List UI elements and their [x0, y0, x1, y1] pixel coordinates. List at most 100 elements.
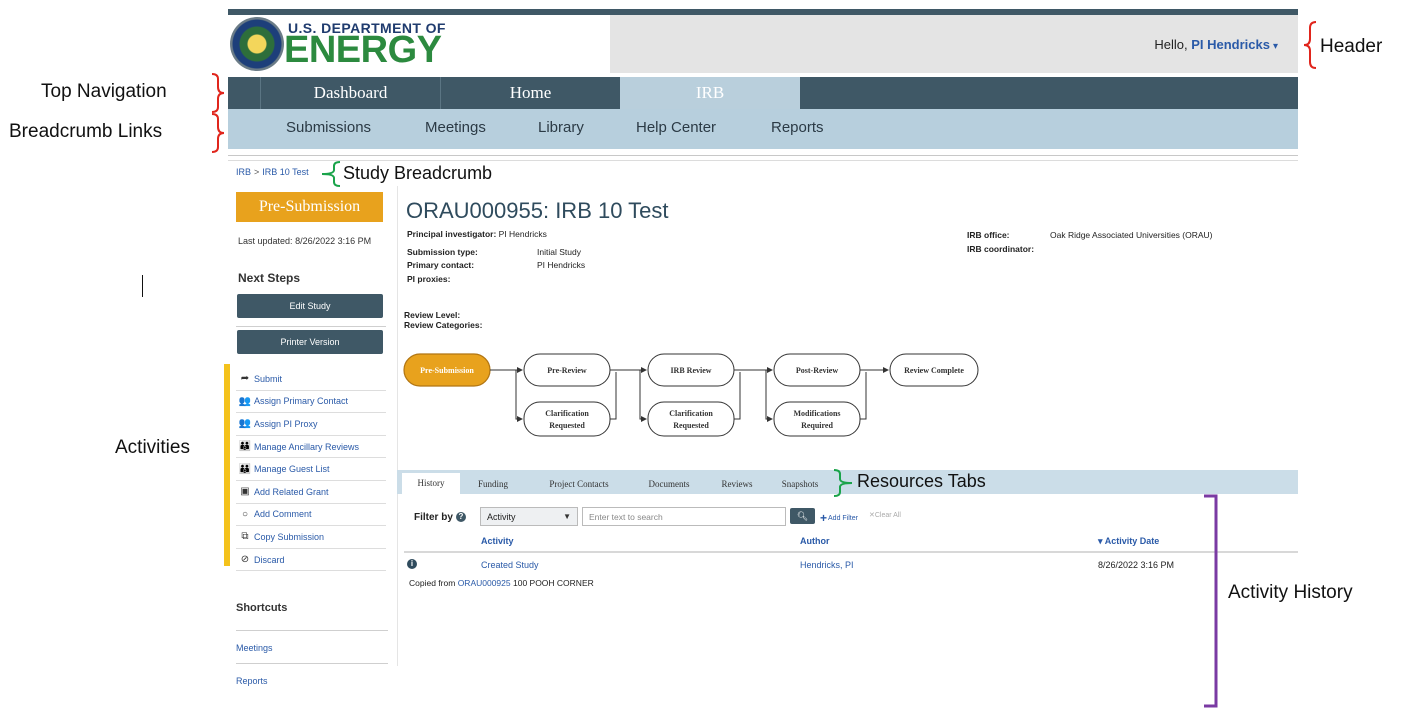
resources-tabs-bracket [833, 469, 853, 497]
search-input[interactable]: Enter text to search [582, 507, 786, 526]
detail-key: IRB coordinator: [967, 244, 1035, 254]
subnav-submissions[interactable]: Submissions [286, 119, 371, 136]
column-header-activity[interactable]: Activity [481, 536, 514, 546]
divider [404, 551, 1298, 553]
activity-discard[interactable]: ⊘ Discard [236, 549, 386, 572]
help-icon[interactable]: ? [455, 512, 466, 522]
activity-label: Copy Submission [254, 531, 325, 542]
tab-project-contacts[interactable]: Project Contacts [529, 474, 629, 494]
review-categories-label: Review Categories: [404, 320, 483, 330]
state-label: Modifications [793, 409, 840, 418]
detail-value: Oak Ridge Associated Universities (ORAU) [1050, 230, 1213, 240]
activity-label: Submit [254, 373, 283, 384]
doe-logo[interactable]: U.S. DEPARTMENT OF ENERGY [228, 15, 610, 73]
activity-assign-pi-proxy[interactable]: 👥 Assign PI Proxy [236, 413, 386, 436]
subnav-help-center[interactable]: Help Center [636, 119, 716, 136]
state-modifications-required: Modifications Required [773, 401, 861, 437]
tab-irb[interactable]: IRB [620, 77, 800, 109]
chevron-down-icon[interactable]: ▾ [1273, 41, 1278, 52]
speech-bubble-icon: ○ [241, 508, 249, 520]
activity-label: Add Related Grant [254, 486, 329, 497]
detail-value: Initial Study [537, 247, 581, 257]
add-filter-link[interactable]: +Add Filter [820, 511, 858, 525]
activity-add-comment[interactable]: ○ Add Comment [236, 504, 386, 527]
activity-submit[interactable]: ➦ Submit [236, 368, 386, 391]
breadcrumb-current[interactable]: IRB 10 Test [262, 167, 308, 177]
annotation-activity-history: Activity History [1228, 582, 1353, 603]
state-label: Post-Review [796, 366, 838, 375]
edit-study-button[interactable]: Edit Study [237, 294, 383, 318]
top-navigation-bracket [211, 73, 225, 113]
divider [228, 155, 1298, 156]
state-label: Pre-Submission [420, 366, 474, 375]
activity-label: Add Comment [254, 509, 312, 520]
filter-label-text: Filter by [414, 512, 453, 523]
user-group-icon: 👪 [238, 441, 252, 453]
activity-manage-ancillary-reviews[interactable]: 👪 Manage Ancillary Reviews [236, 436, 386, 459]
study-breadcrumb-bracket [321, 161, 341, 187]
detail-key: Primary contact: [407, 260, 475, 270]
annotation-study-breadcrumb: Study Breadcrumb [343, 163, 493, 183]
activity-manage-guest-list[interactable]: 👪 Manage Guest List [236, 458, 386, 481]
info-icon[interactable]: i [407, 559, 417, 569]
column-header-label: Activity Date [1104, 536, 1160, 546]
column-header-activity-date[interactable]: ▾ Activity Date [1098, 536, 1159, 547]
tab-history[interactable]: History [402, 473, 460, 494]
state-label: Clarification [669, 409, 713, 418]
share-arrow-icon: ➦ [240, 373, 250, 385]
divider [236, 326, 386, 327]
detail-key: Submission type: [407, 247, 478, 257]
tab-funding[interactable]: Funding [465, 474, 521, 494]
activity-assign-primary-contact[interactable]: 👥 Assign Primary Contact [236, 391, 386, 414]
activity-copy-submission[interactable]: ⧉ Copy Submission [236, 526, 386, 549]
breadcrumb-links-bracket [211, 113, 225, 153]
search-button[interactable]: 🔍︎ [790, 508, 815, 524]
activity-label: Assign Primary Contact [254, 396, 349, 407]
breadcrumb-separator: > [254, 167, 260, 177]
activity-add-related-grant[interactable]: ▣ Add Related Grant [236, 481, 386, 504]
table-row-activity[interactable]: Created Study [481, 560, 539, 570]
logo-line2: ENERGY [284, 29, 442, 71]
tab-dashboard[interactable]: Dashboard [260, 77, 440, 109]
breadcrumb-root[interactable]: IRB [236, 167, 251, 177]
filter-select[interactable]: Activity ▼ [480, 507, 578, 526]
study-breadcrumb: IRB > IRB 10 Test [236, 167, 309, 177]
tab-documents[interactable]: Documents [633, 474, 705, 494]
user-menu[interactable]: PI Hendricks [1191, 37, 1270, 52]
state-label: Required [801, 421, 833, 430]
user-group-icon: 👪 [238, 463, 252, 475]
annotation-breadcrumb-links: Breadcrumb Links [9, 121, 163, 142]
shortcut-reports[interactable]: Reports [236, 676, 268, 686]
tab-snapshots[interactable]: Snapshots [769, 474, 831, 494]
table-row-note: Copied from ORAU000925 100 POOH CORNER [409, 578, 594, 588]
chevron-down-icon: ▼ [563, 512, 571, 521]
divider [236, 630, 388, 631]
note-link[interactable]: ORAU000925 [458, 578, 511, 588]
clear-all-link[interactable]: ✕Clear All [869, 511, 901, 519]
subnav-library[interactable]: Library [538, 119, 584, 136]
subnav-meetings[interactable]: Meetings [425, 119, 486, 136]
tab-home[interactable]: Home [440, 77, 620, 109]
state-label: IRB Review [670, 366, 711, 375]
last-updated-label: Last updated: [238, 236, 293, 246]
subnav-reports[interactable]: Reports [771, 119, 824, 136]
activity-label: Manage Guest List [254, 464, 330, 475]
table-row-author[interactable]: Hendricks, PI [800, 560, 854, 570]
user-pair-icon: 👥 [238, 418, 252, 430]
state-irb-review: IRB Review [647, 353, 735, 387]
activities-list: ➦ Submit 👥 Assign Primary Contact 👥 Assi… [236, 368, 386, 572]
annotation-top-navigation: Top Navigation [41, 81, 167, 102]
review-info: Review Level: Review Categories: [404, 310, 482, 330]
detail-pi-proxies: PI proxies: [407, 274, 450, 284]
tab-reviews[interactable]: Reviews [709, 474, 765, 494]
activity-history-bracket [1204, 494, 1218, 708]
detail-key: IRB office: [967, 230, 1010, 240]
annotation-activities: Activities [115, 437, 190, 458]
app-header: U.S. DEPARTMENT OF ENERGY Hello, PI Hend… [228, 15, 1298, 73]
note-suffix: 100 POOH CORNER [512, 578, 594, 588]
column-header-author[interactable]: Author [800, 536, 830, 546]
state-review-complete: Review Complete [889, 353, 979, 387]
state-label: Requested [673, 421, 709, 430]
shortcut-meetings[interactable]: Meetings [236, 643, 273, 653]
printer-version-button[interactable]: Printer Version [237, 330, 383, 354]
